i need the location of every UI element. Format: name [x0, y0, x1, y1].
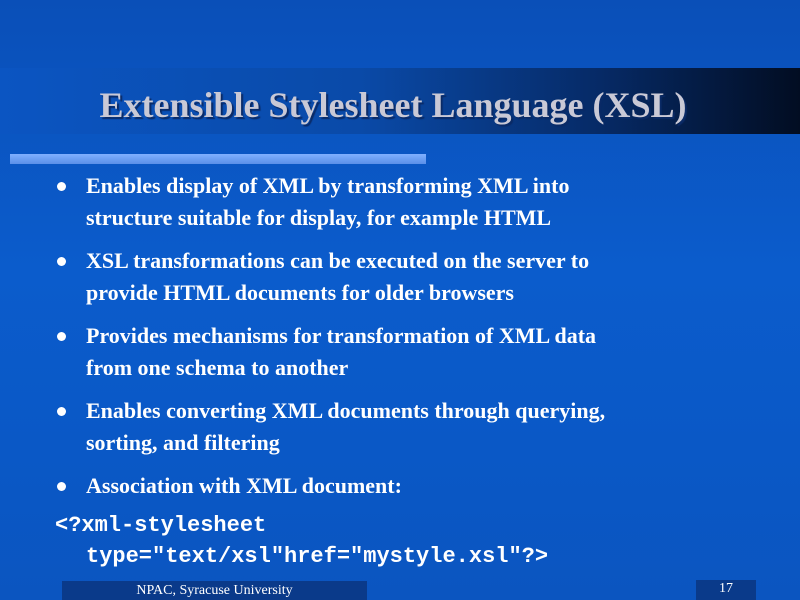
bullet-dot-icon — [57, 482, 66, 491]
bullet-text-line1: Association with XML document: — [86, 473, 402, 498]
bullet-item: Enables display of XML by transforming X… — [55, 170, 775, 234]
bullet-text-line1: Enables display of XML by transforming X… — [86, 173, 570, 198]
bullet-text-line1: XSL transformations can be executed on t… — [86, 248, 590, 273]
slide: Extensible Stylesheet Language (XSL) Ena… — [0, 0, 800, 600]
bullet-text-line1: Enables converting XML documents through… — [86, 398, 606, 423]
bullet-text-line2: sorting, and filtering — [86, 430, 280, 455]
bullet-list: Enables display of XML by transforming X… — [55, 170, 775, 513]
code-line2: type="text/xsl"href="mystyle.xsl"?> — [86, 544, 549, 569]
bullet-text-line2: provide HTML documents for older browser… — [86, 280, 514, 305]
title-underline — [10, 154, 426, 164]
bullet-text-line1: Provides mechanisms for transformation o… — [86, 323, 597, 348]
code-line1: <?xml-stylesheet — [55, 513, 267, 538]
footer-text: NPAC, Syracuse University — [136, 583, 293, 598]
bullet-text-line2: from one schema to another — [86, 355, 349, 380]
footer-bar: NPAC, Syracuse University — [62, 581, 367, 600]
bullet-dot-icon — [57, 332, 66, 341]
bullet-dot-icon — [57, 182, 66, 191]
bullet-item: Provides mechanisms for transformation o… — [55, 320, 775, 384]
bullet-item: Association with XML document: — [55, 470, 775, 502]
slide-title: Extensible Stylesheet Language (XSL) — [99, 85, 687, 125]
bullet-dot-icon — [57, 257, 66, 266]
page-number: 17 — [719, 581, 733, 596]
page-number-box: 17 — [696, 580, 756, 600]
bullet-dot-icon — [57, 407, 66, 416]
bullet-text-line2: structure suitable for display, for exam… — [86, 205, 552, 230]
bullet-item: Enables converting XML documents through… — [55, 395, 775, 459]
code-snippet: <?xml-stylesheet type="text/xsl"href="my… — [55, 510, 548, 572]
bullet-item: XSL transformations can be executed on t… — [55, 245, 775, 309]
